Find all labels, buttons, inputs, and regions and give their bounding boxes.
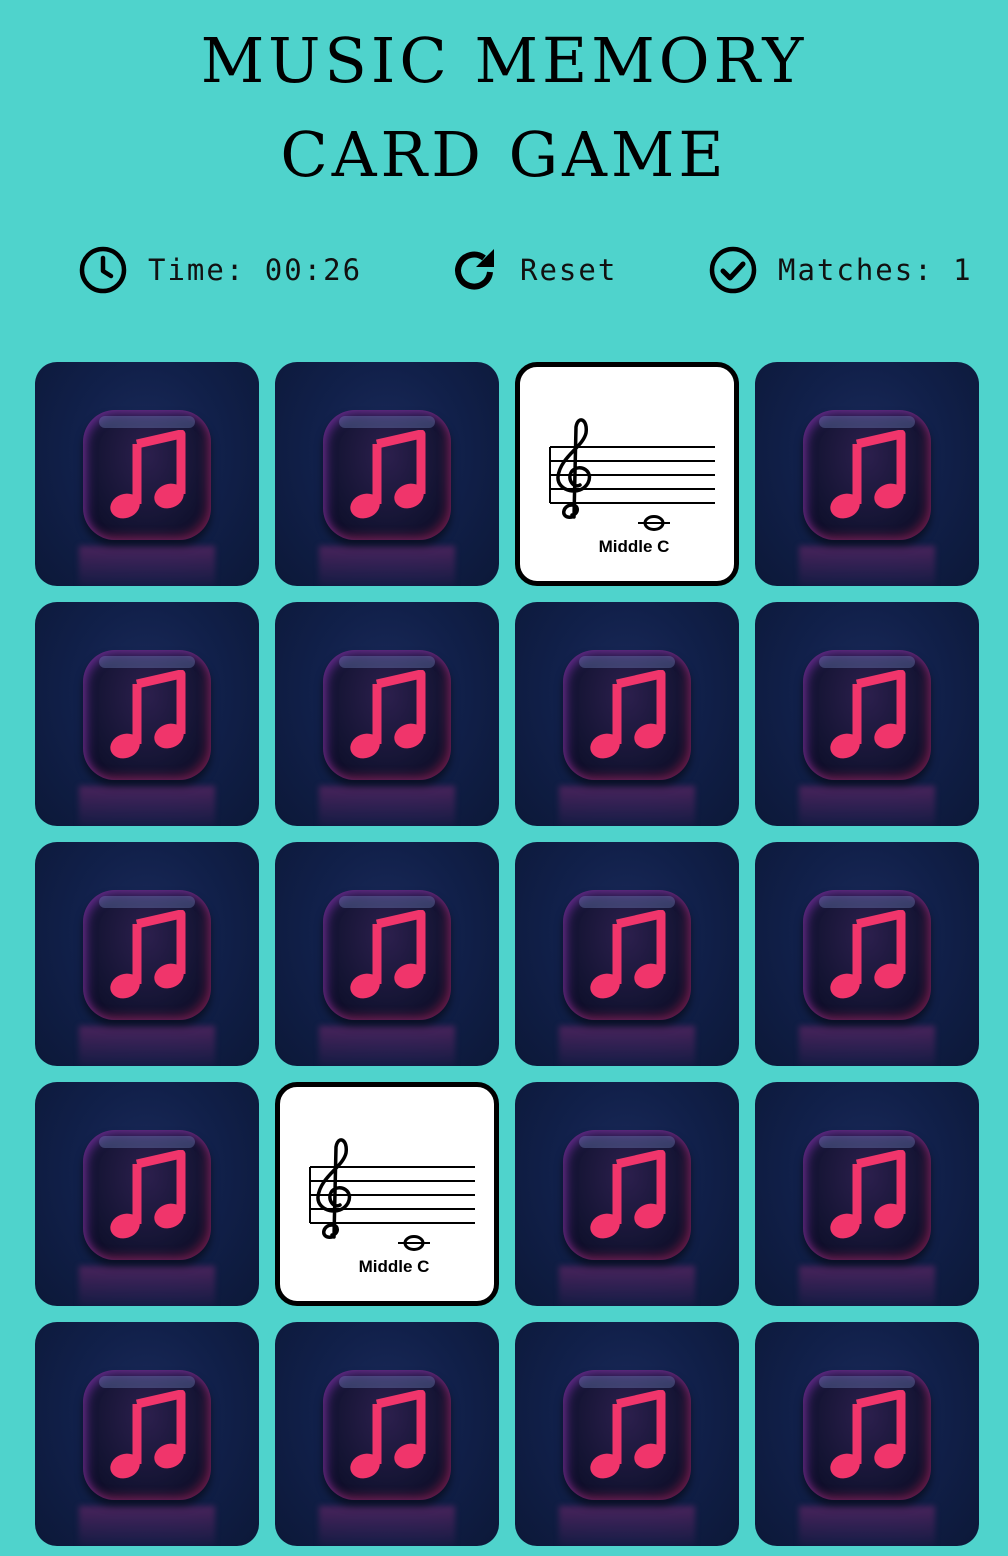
card-reflection — [799, 786, 935, 826]
music-note-icon — [587, 669, 667, 762]
music-note-icon — [587, 1149, 667, 1242]
music-note-icon — [347, 1389, 427, 1482]
stats-bar: Time: 00:26 Reset Matches: 1 — [0, 240, 1008, 300]
card-hidden[interactable] — [35, 842, 259, 1066]
timer-label: Time: 00:26 — [148, 253, 363, 287]
music-note-icon — [827, 909, 907, 1002]
card-reflection — [559, 786, 695, 826]
card-reflection — [559, 1026, 695, 1066]
music-note-icon — [347, 909, 427, 1002]
reset-button[interactable]: Reset — [450, 240, 617, 300]
card-hidden[interactable] — [275, 842, 499, 1066]
music-note-icon — [827, 669, 907, 762]
card-grid: Middle C Middle C — [35, 362, 979, 1546]
music-note-icon — [107, 429, 187, 522]
card-reflection — [79, 1266, 215, 1306]
page-title: MUSIC MEMORY CARD GAME — [200, 24, 808, 191]
music-note-icon — [107, 1149, 187, 1242]
card-hidden[interactable] — [755, 842, 979, 1066]
check-circle-icon — [708, 245, 758, 295]
matches-counter: Matches: 1 — [708, 240, 973, 300]
card-hidden[interactable] — [755, 602, 979, 826]
card-label: Middle C — [598, 537, 670, 556]
card-reflection — [79, 1026, 215, 1066]
card-hidden[interactable] — [275, 1322, 499, 1546]
music-note-icon — [587, 909, 667, 1002]
card-reflection — [799, 1026, 935, 1066]
card-reflection — [319, 546, 455, 586]
clock-icon — [78, 245, 128, 295]
card-hidden[interactable] — [275, 602, 499, 826]
timer: Time: 00:26 — [78, 240, 362, 300]
card-reflection — [799, 1506, 935, 1546]
music-note-icon — [827, 1389, 907, 1482]
card-reflection — [559, 1506, 695, 1546]
card-hidden[interactable] — [35, 602, 259, 826]
music-note-icon — [827, 1149, 907, 1242]
card-label: Middle C — [358, 1257, 430, 1276]
reset-label: Reset — [520, 253, 618, 287]
card-hidden[interactable] — [275, 362, 499, 586]
card-reflection — [559, 1266, 695, 1306]
card-reflection — [319, 1026, 455, 1066]
card-reflection — [319, 1506, 455, 1546]
card-open[interactable]: Middle C — [275, 1082, 499, 1306]
reset-icon — [450, 245, 500, 295]
card-reflection — [79, 786, 215, 826]
music-note-icon — [347, 669, 427, 762]
music-note-icon — [107, 1389, 187, 1482]
card-reflection — [799, 546, 935, 586]
card-hidden[interactable] — [515, 842, 739, 1066]
music-note-icon — [107, 909, 187, 1002]
card-hidden[interactable] — [515, 602, 739, 826]
card-reflection — [319, 786, 455, 826]
music-note-icon — [587, 1389, 667, 1482]
card-reflection — [799, 1266, 935, 1306]
card-hidden[interactable] — [515, 1082, 739, 1306]
card-hidden[interactable] — [35, 362, 259, 586]
card-hidden[interactable] — [755, 1082, 979, 1306]
card-hidden[interactable] — [35, 1082, 259, 1306]
music-note-icon — [347, 429, 427, 522]
music-note-icon — [827, 429, 907, 522]
card-hidden[interactable] — [755, 1322, 979, 1546]
card-hidden[interactable] — [515, 1322, 739, 1546]
card-open[interactable]: Middle C — [515, 362, 739, 586]
card-hidden[interactable] — [35, 1322, 259, 1546]
card-reflection — [79, 1506, 215, 1546]
card-hidden[interactable] — [755, 362, 979, 586]
matches-label: Matches: 1 — [778, 253, 973, 287]
music-note-icon — [107, 669, 187, 762]
card-reflection — [79, 546, 215, 586]
